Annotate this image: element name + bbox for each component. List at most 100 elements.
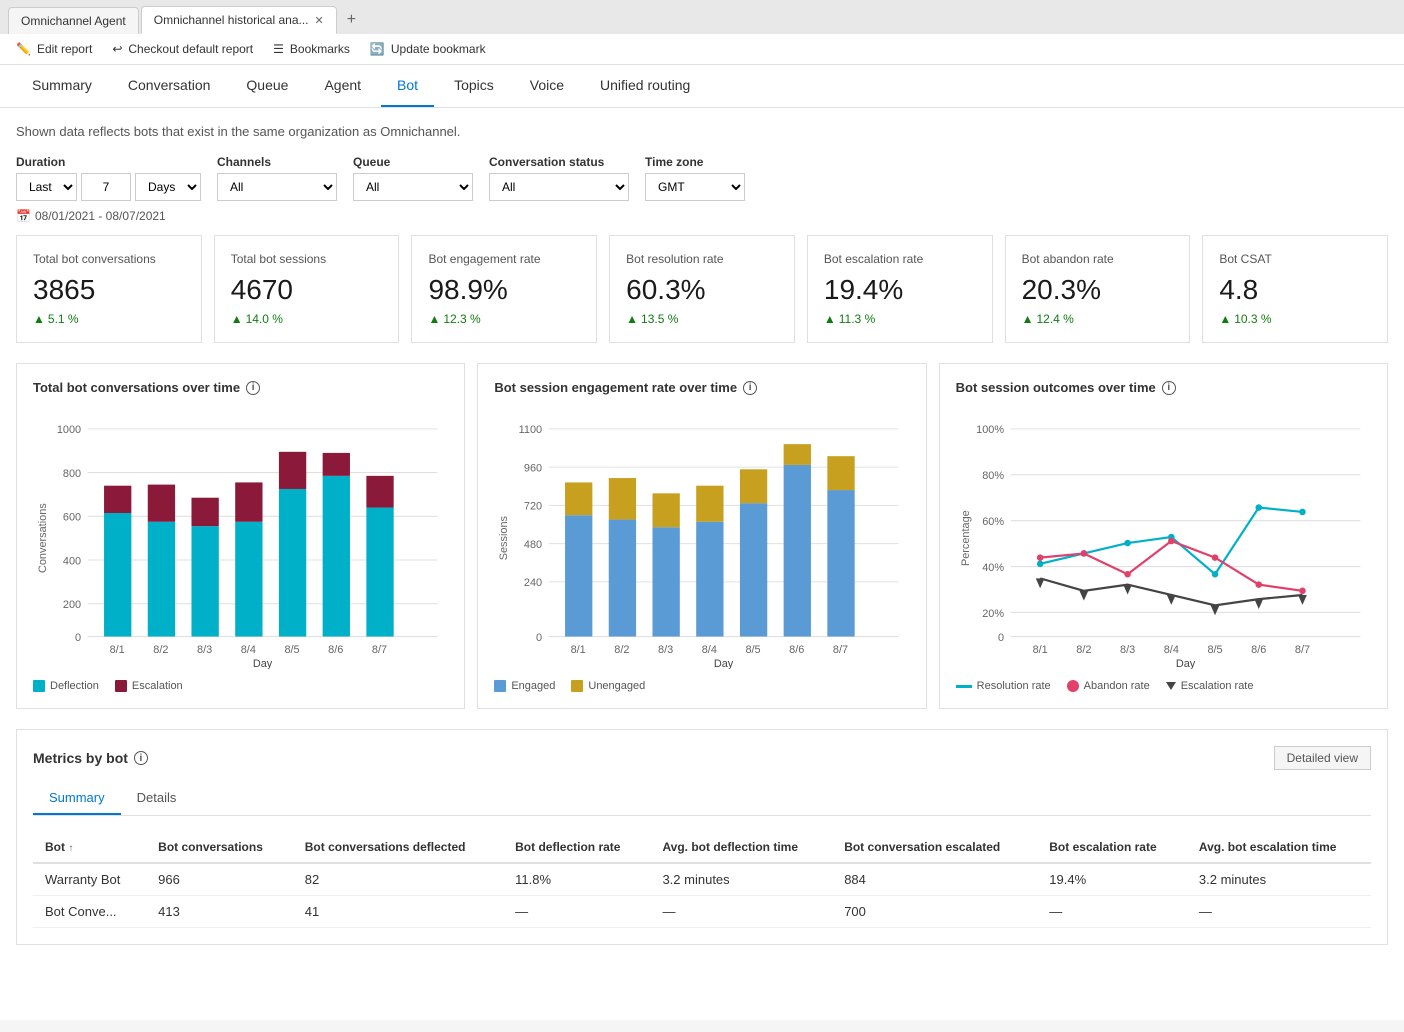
- svg-text:8/3: 8/3: [658, 644, 673, 656]
- kpi-value: 3865: [33, 274, 185, 306]
- col-avg-deflect-time[interactable]: Avg. bot deflection time: [650, 832, 832, 863]
- bookmark-icon: ☰: [273, 42, 284, 56]
- browser-tab-agent[interactable]: Omnichannel Agent: [8, 7, 139, 34]
- kpi-abandon-rate: Bot abandon rate 20.3% ▲ 12.4 %: [1005, 235, 1191, 343]
- duration-value-input[interactable]: [81, 173, 131, 201]
- svg-text:8/4: 8/4: [702, 644, 717, 656]
- up-arrow-icon: ▲: [1022, 312, 1034, 326]
- new-tab-button[interactable]: +: [339, 7, 364, 33]
- conv-chart-svg: 1000 800 600 400 200 0 Conversations: [33, 407, 448, 669]
- kpi-change: ▲ 12.3 %: [428, 312, 580, 326]
- duration-unit-select[interactable]: Days: [135, 173, 201, 201]
- refresh-icon: ↩: [112, 42, 122, 56]
- svg-text:1100: 1100: [519, 424, 542, 436]
- filters-section: Duration Last Days Channels All Queue Al…: [16, 155, 1388, 201]
- nav-tab-bar: Summary Conversation Queue Agent Bot Top…: [0, 65, 1404, 108]
- svg-text:8/1: 8/1: [110, 644, 125, 656]
- tab-topics[interactable]: Topics: [438, 65, 510, 107]
- svg-text:8/6: 8/6: [789, 644, 804, 656]
- tab-agent[interactable]: Agent: [308, 65, 377, 107]
- cell-avg-deflect-time: —: [650, 896, 832, 928]
- col-conversations[interactable]: Bot conversations: [146, 832, 293, 863]
- table-row: Bot Conve... 413 41 — — 700 — —: [33, 896, 1371, 928]
- svg-text:400: 400: [63, 555, 81, 567]
- col-escalation-rate[interactable]: Bot escalation rate: [1037, 832, 1187, 863]
- browser-tab-historical[interactable]: Omnichannel historical ana... ✕: [141, 6, 337, 34]
- col-escalated[interactable]: Bot conversation escalated: [832, 832, 1037, 863]
- chart-legend: Resolution rate Abandon rate Escalation …: [956, 680, 1371, 692]
- info-icon[interactable]: i: [743, 381, 757, 395]
- kpi-value: 19.4%: [824, 274, 976, 306]
- bookmarks-button[interactable]: ☰ Bookmarks: [273, 42, 350, 56]
- resolution-color: [956, 685, 972, 688]
- info-icon[interactable]: i: [246, 381, 260, 395]
- kpi-title: Bot engagement rate: [428, 252, 580, 266]
- cell-escalated: 884: [832, 863, 1037, 896]
- duration-preset-select[interactable]: Last: [16, 173, 77, 201]
- tab-label: Omnichannel historical ana...: [154, 13, 309, 27]
- svg-text:8/7: 8/7: [833, 644, 848, 656]
- svg-text:8/3: 8/3: [1120, 644, 1135, 656]
- svg-text:60%: 60%: [982, 516, 1004, 528]
- kpi-title: Total bot sessions: [231, 252, 383, 266]
- checkout-default-button[interactable]: ↩ Checkout default report: [112, 42, 253, 56]
- cell-conversations: 966: [146, 863, 293, 896]
- svg-text:8/2: 8/2: [615, 644, 630, 656]
- chart-legend: Deflection Escalation: [33, 680, 448, 692]
- timezone-select[interactable]: GMT: [645, 173, 745, 201]
- kpi-title: Bot CSAT: [1219, 252, 1371, 266]
- info-icon[interactable]: i: [1162, 381, 1176, 395]
- toolbar: ✏️ Edit report ↩ Checkout default report…: [0, 34, 1404, 65]
- sub-tab-summary[interactable]: Summary: [33, 782, 121, 815]
- detailed-view-button[interactable]: Detailed view: [1274, 746, 1371, 770]
- queue-select[interactable]: All: [353, 173, 473, 201]
- duration-label: Duration: [16, 155, 201, 169]
- kpi-change: ▲ 5.1 %: [33, 312, 185, 326]
- kpi-resolution-rate: Bot resolution rate 60.3% ▲ 13.5 %: [609, 235, 795, 343]
- cell-bot: Bot Conve...: [33, 896, 146, 928]
- escalation-triangle-icon: [1166, 682, 1176, 690]
- tab-queue[interactable]: Queue: [230, 65, 304, 107]
- deflection-color: [33, 680, 45, 692]
- escalation-color: [115, 680, 127, 692]
- tab-unified-routing[interactable]: Unified routing: [584, 65, 706, 107]
- tab-bot[interactable]: Bot: [381, 65, 434, 107]
- up-arrow-icon: ▲: [428, 312, 440, 326]
- kpi-change: ▲ 13.5 %: [626, 312, 778, 326]
- cell-avg-deflect-time: 3.2 minutes: [650, 863, 832, 896]
- col-deflected[interactable]: Bot conversations deflected: [293, 832, 503, 863]
- svg-text:0: 0: [998, 632, 1004, 644]
- sub-tab-bar: Summary Details: [33, 782, 1371, 816]
- info-icon[interactable]: i: [134, 751, 148, 765]
- tab-summary[interactable]: Summary: [16, 65, 108, 107]
- col-bot[interactable]: Bot ↑: [33, 832, 146, 863]
- kpi-value: 20.3%: [1022, 274, 1174, 306]
- conv-status-select[interactable]: All: [489, 173, 629, 201]
- table-header-row: Bot ↑ Bot conversations Bot conversation…: [33, 832, 1371, 863]
- channels-label: Channels: [217, 155, 337, 169]
- cell-avg-escalation-time: —: [1187, 896, 1371, 928]
- update-bookmark-button[interactable]: 🔄 Update bookmark: [370, 42, 486, 56]
- charts-row: Total bot conversations over time i 1000…: [16, 363, 1388, 709]
- channels-select[interactable]: All: [217, 173, 337, 201]
- chart-session-engagement: Bot session engagement rate over time i …: [477, 363, 926, 709]
- svg-text:8/4: 8/4: [241, 644, 256, 656]
- svg-text:200: 200: [63, 599, 81, 611]
- svg-text:Conversations: Conversations: [37, 503, 49, 573]
- col-avg-escalation-time[interactable]: Avg. bot escalation time: [1187, 832, 1371, 863]
- chart-title: Total bot conversations over time i: [33, 380, 448, 395]
- cell-escalation-rate: —: [1037, 896, 1187, 928]
- close-icon[interactable]: ✕: [315, 14, 324, 27]
- svg-text:480: 480: [524, 539, 542, 551]
- svg-text:40%: 40%: [982, 562, 1004, 574]
- tab-voice[interactable]: Voice: [514, 65, 580, 107]
- tab-conversation[interactable]: Conversation: [112, 65, 227, 107]
- edit-report-button[interactable]: ✏️ Edit report: [16, 42, 92, 56]
- sub-tab-details[interactable]: Details: [121, 782, 193, 815]
- outcomes-chart-svg: 100% 80% 60% 40% 20% 0 Percentage: [956, 407, 1371, 669]
- col-deflection-rate[interactable]: Bot deflection rate: [503, 832, 650, 863]
- conv-status-label: Conversation status: [489, 155, 629, 169]
- legend-engaged: Engaged: [494, 680, 555, 692]
- svg-text:8/2: 8/2: [1076, 644, 1091, 656]
- cell-deflection-rate: 11.8%: [503, 863, 650, 896]
